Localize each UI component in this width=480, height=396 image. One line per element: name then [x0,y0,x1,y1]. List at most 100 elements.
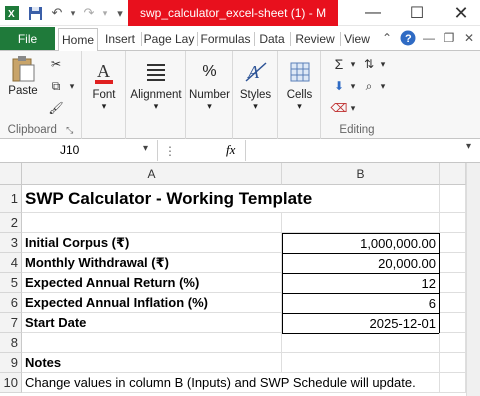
tab-insert[interactable]: Insert [101,28,139,51]
tab-view[interactable]: View [342,28,372,51]
workbook-close-icon[interactable]: ✕ [460,29,478,47]
cell-c10[interactable] [440,373,466,393]
tab-separator [141,32,142,46]
title-bar: X ↶ ▾ ↷ ▾ ▾ swp_calculator_excel-sheet (… [0,0,480,26]
row-header[interactable]: 7 [0,313,22,333]
cell-b8[interactable] [282,333,440,353]
cells-dropdown-icon: ▾ [297,101,302,111]
cell-c6[interactable] [440,293,466,313]
format-painter-icon[interactable]: 🖌 [46,99,66,117]
row-header[interactable]: 10 [0,373,22,393]
number-button[interactable]: % Number ▾ [186,59,233,112]
notes-heading[interactable]: Notes [22,353,282,373]
input-value[interactable]: 1,000,000.00 [282,233,440,254]
tab-separator [290,32,291,46]
input-value[interactable]: 6 [282,293,440,314]
tab-page-layout[interactable]: Page Lay [143,28,195,51]
cell-c5[interactable] [440,273,466,293]
cell-c7[interactable] [440,313,466,333]
cell-c2[interactable] [440,213,466,233]
close-icon[interactable]: ✕ [442,0,480,26]
align-lines-icon [143,59,169,85]
row-header[interactable]: 6 [0,293,22,313]
input-label[interactable]: Monthly Withdrawal (₹) [22,253,282,273]
cut-icon[interactable]: ✂ [46,55,66,73]
cell-c8[interactable] [440,333,466,353]
input-label[interactable]: Expected Annual Inflation (%) [22,293,282,313]
paste-icon [10,55,36,82]
cell-a1-title[interactable]: SWP Calculator - Working Template [22,185,312,213]
tab-file[interactable]: File [0,27,55,50]
find-select-dropdown-icon[interactable]: ▾ [373,77,393,95]
name-box[interactable]: J10 ▾ [0,140,158,161]
workbook-minimize-icon[interactable]: — [420,29,438,47]
cell-c3[interactable] [440,233,466,253]
column-header-b[interactable]: B [282,163,440,185]
row-header[interactable]: 3 [0,233,22,253]
row-header[interactable]: 9 [0,353,22,373]
font-button[interactable]: A Font ▾ [86,59,122,112]
formula-bar: J10 ▾ ⋮ fx ▾ [0,139,480,163]
cells-label: Cells [286,89,313,101]
tab-data[interactable]: Data [256,28,288,51]
cell-c9[interactable] [440,353,466,373]
svg-text:?: ? [405,33,412,45]
cell-a8[interactable] [22,333,282,353]
column-header-c[interactable] [440,163,466,185]
input-value[interactable]: 12 [282,273,440,294]
row-header[interactable]: 8 [0,333,22,353]
workbook-restore-icon[interactable]: ❐ [440,29,458,47]
insert-function-icon[interactable]: fx [226,142,235,158]
input-label[interactable]: Initial Corpus (₹) [22,233,282,253]
note-text[interactable]: Change values in column B (Inputs) and S… [22,373,440,393]
cells-group: Cells ▾ [278,51,321,139]
sort-filter-dropdown-icon[interactable]: ▾ [373,55,393,73]
number-label: Number [189,89,230,101]
alignment-button[interactable]: Alignment ▾ [126,59,186,112]
font-dropdown-icon: ▾ [101,101,107,111]
paste-button[interactable]: Paste [4,55,42,97]
cell-c1[interactable] [440,185,466,213]
cells-button[interactable]: Cells ▾ [278,59,321,112]
cell-b9[interactable] [282,353,440,373]
formula-input[interactable] [245,140,465,161]
editing-group-label: Editing [339,124,375,136]
input-label[interactable]: Start Date [22,313,282,333]
excel-app-icon[interactable]: X [2,3,22,23]
cell-a2[interactable] [22,213,282,233]
copy-dropdown-icon[interactable]: ▾ [62,77,82,95]
row-header[interactable]: 4 [0,253,22,273]
tab-review[interactable]: Review [292,28,338,51]
customize-qat-icon[interactable]: ▾ [110,3,130,23]
select-all-corner[interactable] [0,163,22,185]
expand-formula-bar-icon[interactable]: ▾ [466,141,471,152]
name-box-dropdown-icon[interactable]: ▾ [143,143,148,154]
minimize-icon[interactable]: — [354,0,392,26]
cell-b2[interactable] [282,213,440,233]
styles-group: A Styles ▾ [233,51,278,139]
styles-button[interactable]: A Styles ▾ [233,59,278,112]
save-icon[interactable] [25,3,45,23]
help-icon[interactable]: ? [399,29,417,47]
input-value[interactable]: 2025-12-01 [282,313,440,334]
tab-formulas[interactable]: Formulas [199,28,252,51]
number-dropdown-icon: ▾ [207,101,212,111]
row-header[interactable]: 2 [0,213,22,233]
window-title: swp_calculator_excel-sheet (1) - M [128,0,338,26]
input-value[interactable]: 20,000.00 [282,253,440,274]
alignment-group: Alignment ▾ [126,51,186,139]
styles-dropdown-icon: ▾ [253,101,258,111]
ribbon-tabs: File Home Insert Page Lay Formulas Data … [0,26,480,52]
clear-dropdown-icon[interactable]: ▾ [343,99,363,117]
clipboard-launcher-icon[interactable]: ⤡ [66,125,73,135]
row-header[interactable]: 5 [0,273,22,293]
input-label[interactable]: Expected Annual Return (%) [22,273,282,293]
row-header[interactable]: 1 [0,185,22,213]
cell-b1[interactable] [282,185,440,213]
restore-icon[interactable]: ☐ [398,0,436,26]
tab-home[interactable]: Home [58,28,98,52]
vertical-scrollbar[interactable] [466,163,480,396]
cell-c4[interactable] [440,253,466,273]
minimize-ribbon-icon[interactable]: ⌃ [378,29,396,47]
column-header-a[interactable]: A [22,163,282,185]
